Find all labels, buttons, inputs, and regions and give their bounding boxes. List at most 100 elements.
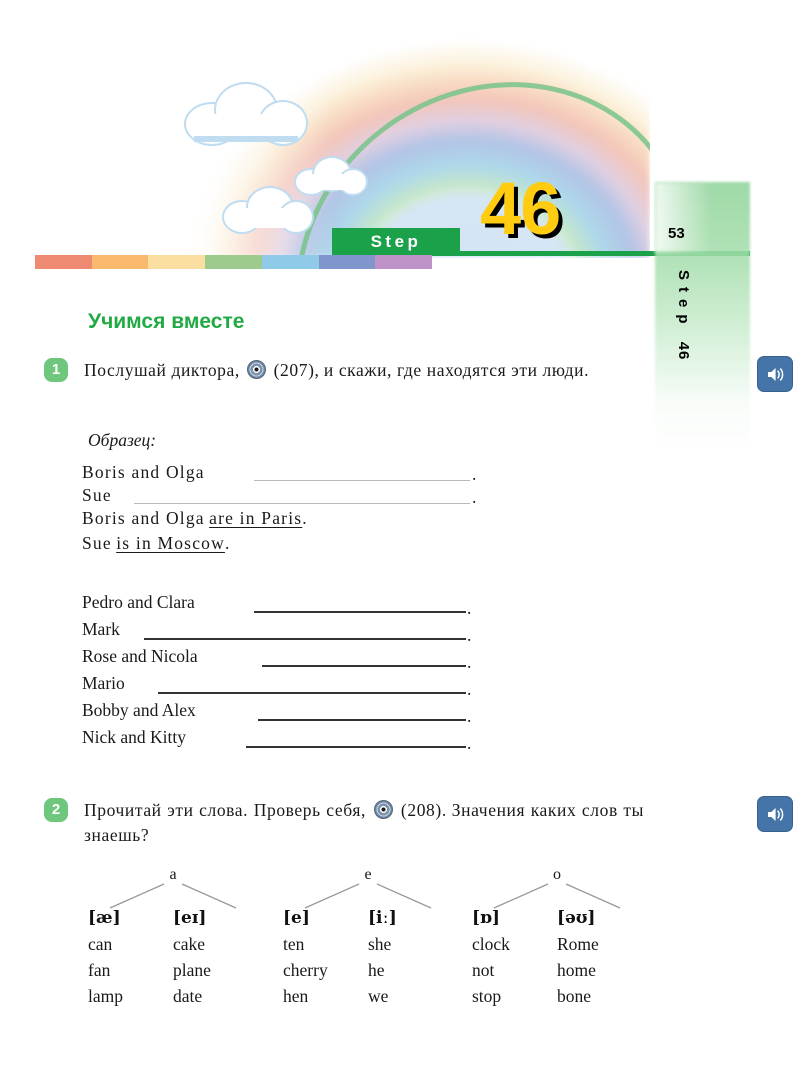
example-blank-row: Sue .: [82, 485, 482, 508]
exercise-1-task-part2: и скажи, где находятся эти люди.: [323, 360, 590, 380]
header-illustration: [170, 18, 650, 258]
vertical-step-marker: Step 46: [652, 270, 692, 360]
word: fan: [88, 960, 111, 980]
phonetic-column: [əʊ] Rome home bone: [557, 908, 642, 1009]
stripe-7: [375, 255, 433, 269]
word: cherry: [283, 960, 328, 980]
group-columns: [e] ten cherry hen [iː] she he we: [283, 908, 453, 1009]
exercise-2-badge: 2: [44, 798, 68, 822]
phonetic-column: [iː] she he we: [368, 908, 453, 1009]
ipa-symbol: [e]: [283, 908, 310, 928]
word: he: [368, 960, 385, 980]
fill-blank[interactable]: [246, 746, 466, 748]
word: stop: [472, 986, 502, 1006]
list-item: Pedro and Clara .: [82, 592, 482, 619]
word: clock: [472, 934, 510, 954]
blank-line: [254, 480, 470, 481]
fill-blank[interactable]: [262, 665, 466, 667]
period: .: [472, 487, 477, 507]
page-number: 53: [668, 225, 685, 242]
period: .: [467, 679, 472, 699]
color-stripe-bar: [35, 255, 433, 269]
ipa-symbol: [əʊ]: [557, 908, 596, 928]
example-label: Образец:: [88, 430, 157, 450]
textbook-page: Step 46 53 Step 46 Учимся вместе 1 Послу…: [0, 0, 797, 1088]
phonetic-column: [e] ten cherry hen: [283, 908, 368, 1009]
example-blank-name: Boris and Olga: [82, 462, 205, 482]
speaker-icon: [767, 367, 783, 381]
stripe-2: [91, 255, 149, 269]
period: .: [467, 598, 472, 618]
example-answer-text: are in Paris: [209, 508, 303, 528]
example-blank-name: Sue: [82, 485, 112, 505]
list-item: Rose and Nicola .: [82, 646, 482, 673]
word: can: [88, 934, 113, 954]
exercise-2-task: Прочитай эти слова. Проверь себя, (208).…: [84, 798, 644, 848]
fill-blank[interactable]: [158, 692, 466, 694]
exercise-2-track: (208).: [400, 800, 447, 820]
vertical-step-word: Step: [675, 270, 692, 331]
example-answer-name: Boris and Olga: [82, 508, 205, 528]
stripe-1: [35, 255, 92, 269]
word: plane: [173, 960, 211, 980]
period: .: [302, 508, 307, 528]
step-number: 46: [480, 167, 561, 250]
fill-blank[interactable]: [144, 638, 466, 640]
list-item: Mark .: [82, 619, 482, 646]
word: we: [368, 986, 389, 1006]
word: hen: [283, 986, 309, 1006]
stripe-6: [318, 255, 376, 269]
phonetic-column: [ɒ] clock not stop: [472, 908, 557, 1009]
stripe-3: [148, 255, 206, 269]
stripe-5: [261, 255, 319, 269]
period: .: [467, 706, 472, 726]
section-title: Учимся вместе: [88, 310, 245, 333]
phonetic-column: [eɪ] cake plane date: [173, 908, 258, 1009]
example-blank-row: Boris and Olga .: [82, 462, 482, 485]
word: lamp: [88, 986, 123, 1006]
fill-blank[interactable]: [258, 719, 466, 721]
period: .: [467, 652, 472, 672]
item-name: Bobby and Alex: [82, 700, 196, 720]
word: she: [368, 934, 392, 954]
phonetic-column: [æ] can fan lamp: [88, 908, 173, 1009]
audio-play-button-2[interactable]: [757, 796, 793, 832]
word: bone: [557, 986, 592, 1006]
branch-lines: [109, 883, 237, 909]
word: home: [557, 960, 596, 980]
speaker-icon: [767, 807, 783, 821]
exercise-1-task: Послушай диктора, (207), и скажи, где на…: [84, 358, 624, 383]
item-name: Pedro and Clara: [82, 592, 195, 612]
fill-blank[interactable]: [254, 611, 466, 613]
cd-icon: [247, 360, 267, 379]
ipa-symbol: [eɪ]: [173, 908, 207, 928]
example-block: Boris and Olga . Sue . Boris and Olga ar…: [82, 462, 482, 558]
list-item: Mario .: [82, 673, 482, 700]
exercise-1-task-part1: Послушай диктора,: [84, 360, 240, 380]
example-answer-name: Sue: [82, 533, 112, 553]
group-columns: [ɒ] clock not stop [əʊ] Rome home bone: [472, 908, 642, 1009]
item-name: Mario: [82, 673, 125, 693]
item-name: Nick and Kitty: [82, 727, 187, 747]
example-answer-row: Boris and Olga are in Paris.: [82, 508, 482, 533]
example-answer-row: Sue is in Moscow.: [82, 533, 482, 558]
cd-icon: [373, 800, 393, 819]
list-item: Nick and Kitty .: [82, 727, 482, 754]
item-name: Mark: [82, 619, 120, 639]
period: .: [467, 733, 472, 753]
word: not: [472, 960, 495, 980]
ipa-symbol: [ɒ]: [472, 908, 500, 928]
period: .: [472, 464, 477, 484]
word: date: [173, 986, 203, 1006]
exercise-1-badge: 1: [44, 358, 68, 382]
vertical-step-number: 46: [675, 341, 692, 361]
word: cake: [173, 934, 206, 954]
blank-line: [134, 503, 470, 504]
exercise-2-task-part1: Прочитай эти слова. Проверь себя,: [84, 800, 366, 820]
audio-play-button-1[interactable]: [757, 356, 793, 392]
period: .: [467, 625, 472, 645]
branch-lines: [493, 883, 621, 909]
ipa-symbol: [æ]: [88, 908, 121, 928]
item-name: Rose and Nicola: [82, 646, 198, 666]
exercise-1-items: Pedro and Clara . Mark . Rose and Nicola…: [82, 592, 482, 754]
